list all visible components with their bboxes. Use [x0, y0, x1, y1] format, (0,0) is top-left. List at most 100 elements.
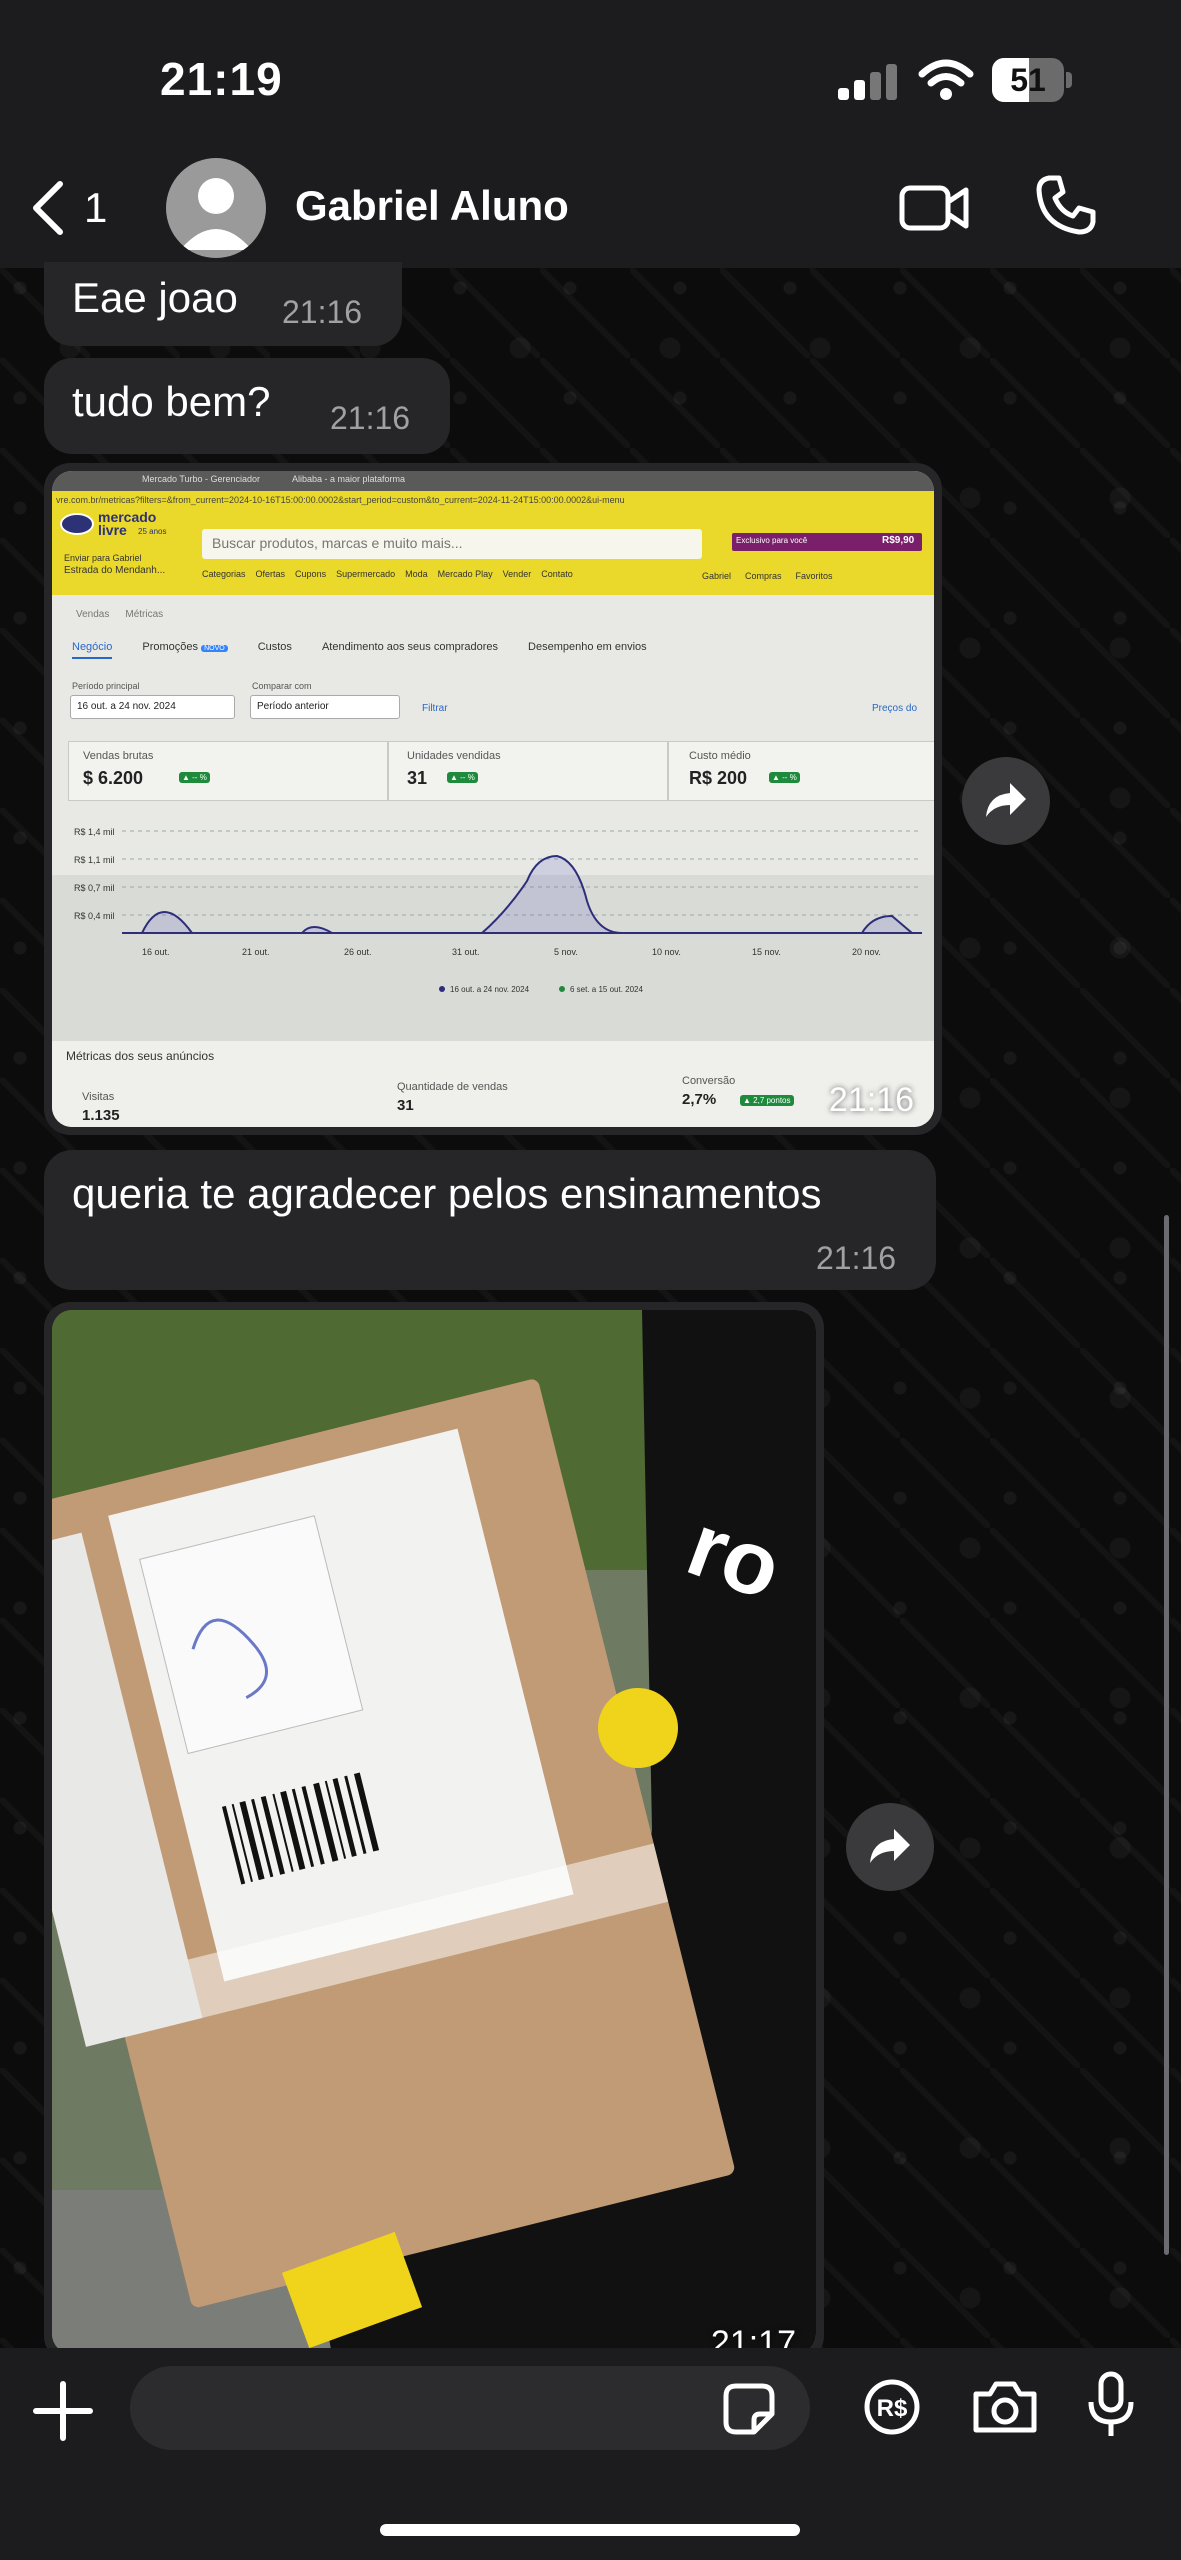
package-photo[interactable]: ro 21:17 [52, 1310, 816, 2354]
nav-item: Ofertas [255, 569, 286, 579]
x-tick: 31 out. [452, 947, 480, 957]
phone-call-icon[interactable] [1035, 174, 1097, 236]
kpi-label: Custo médio [689, 750, 751, 762]
forward-button[interactable] [962, 757, 1050, 845]
period-value: 16 out. a 24 nov. 2024 [77, 701, 176, 712]
kpi-card-avg-cost: Custo médio R$ 200 ▲ -- % [668, 741, 934, 801]
compare-label: Comparar com [252, 681, 312, 691]
camera-icon[interactable] [970, 2378, 1040, 2436]
sticker-icon[interactable] [722, 2382, 776, 2436]
browser-tab: Mercado Turbo - Gerenciador [142, 474, 261, 484]
message-bubble[interactable]: Eae joao 21:16 [44, 262, 402, 346]
nav-item: Contato [541, 569, 573, 579]
promo-price: R$9,90 [882, 535, 915, 546]
ml-search-bar: Buscar produtos, marcas e muito mais... [202, 529, 702, 559]
tab-label: Promoções [142, 641, 198, 653]
y-tick: R$ 0,7 mil [74, 883, 115, 893]
breadcrumb-item: Vendas [76, 609, 110, 620]
price-link: Preços do [872, 703, 918, 714]
image-message[interactable]: Mercado Turbo - Gerenciador Alibaba - a … [44, 463, 942, 1135]
metric-value: 2,7% [682, 1091, 717, 1108]
kpi-label: Unidades vendidas [407, 750, 501, 762]
message-input[interactable] [130, 2366, 810, 2450]
tab-envios: Desempenho em envios [528, 641, 647, 653]
period-select: 16 out. a 24 nov. 2024 [70, 695, 235, 719]
message-time: 21:16 [330, 400, 411, 436]
delivery-address-line1: Enviar para Gabriel [64, 553, 142, 563]
plus-icon[interactable] [30, 2378, 96, 2444]
tab-promocoes: Promoções NOVO [142, 641, 228, 659]
back-button[interactable]: 1 [30, 180, 107, 236]
legend-previous: 6 set. a 15 out. 2024 [570, 985, 643, 994]
message-bubble[interactable]: tudo bem? 21:16 [44, 358, 450, 454]
message-text: queria te agradecer pelos ensinamentos [72, 1170, 822, 1217]
home-indicator[interactable] [380, 2524, 800, 2536]
mercado-livre-header: mercado livre 25 anos Buscar produtos, m… [52, 491, 934, 595]
mic-icon[interactable] [1085, 2370, 1137, 2440]
message-time: 21:16 [816, 1240, 897, 1276]
svg-text:R$: R$ [877, 2395, 908, 2422]
user-link: Favoritos [795, 571, 833, 581]
kpi-card-gross-sales: Vendas brutas $ 6.200 ▲ -- % [68, 741, 388, 801]
video-call-icon[interactable] [898, 180, 970, 236]
mercado-livre-logo-icon [60, 513, 94, 535]
nav-item: Moda [405, 569, 428, 579]
nav-item: Categorias [202, 569, 246, 579]
x-tick: 10 nov. [652, 947, 681, 957]
delivery-address-line2: Estrada do Mendanh... [64, 565, 166, 576]
ml-user-links: Gabriel Compras Favoritos [702, 571, 833, 581]
message-text: tudo bem? [72, 378, 271, 425]
battery-icon: 51 [992, 58, 1072, 102]
period-label: Período principal [72, 681, 140, 691]
y-tick: R$ 0,4 mil [74, 911, 115, 921]
status-time: 21:19 [160, 53, 283, 105]
nav-item: Cupons [295, 569, 327, 579]
package-photo-illustration: ro [52, 1310, 816, 2354]
battery-percent: 51 [1010, 62, 1046, 98]
ad-metrics-section: Métricas dos seus anúncios Visitas 1.135… [52, 1041, 934, 1127]
user-link: Gabriel [702, 571, 732, 581]
message-bubble[interactable]: queria te agradecer pelos ensinamentos 2… [44, 1150, 936, 1290]
new-badge: NOVO [201, 645, 228, 652]
x-tick: 20 nov. [852, 947, 881, 957]
compare-select: Período anterior [250, 695, 400, 719]
compare-value: Período anterior [257, 701, 329, 712]
chat-header: 1 Gabriel Aluno [0, 150, 1181, 268]
wifi-icon [918, 59, 974, 100]
contact-name[interactable]: Gabriel Aluno [295, 182, 569, 230]
sales-line-chart: R$ 1,4 mil R$ 1,1 mil R$ 0,7 mil R$ 0,4 … [74, 827, 922, 994]
metric-delta: ▲ 2,7 pontos [740, 1095, 794, 1106]
x-tick: 15 nov. [752, 947, 781, 957]
tab-custos: Custos [257, 641, 292, 653]
image-time: 21:16 [828, 1081, 914, 1119]
breadcrumb-item: Métricas [125, 609, 164, 620]
forward-icon [870, 1829, 910, 1863]
metric-label: Quantidade de vendas [397, 1081, 508, 1093]
metric-label: Conversão [682, 1075, 736, 1087]
image-message[interactable]: ro 21:17 [44, 1302, 824, 2362]
kpi-value: 31 [407, 768, 428, 788]
forward-button[interactable] [846, 1803, 934, 1891]
tab-negocio: Negócio [72, 641, 113, 659]
breadcrumb: Vendas Métricas [76, 609, 163, 620]
message-text: Eae joao [72, 274, 238, 321]
cellular-signal-icon [838, 64, 898, 100]
scrollbar[interactable] [1164, 1215, 1169, 2255]
search-placeholder: Buscar produtos, marcas e muito mais... [212, 535, 463, 551]
status-bar: 21:19 51 [0, 0, 1181, 150]
pix-icon[interactable]: R$ [863, 2378, 921, 2436]
sales-metrics-photo[interactable]: Mercado Turbo - Gerenciador Alibaba - a … [52, 471, 934, 1127]
x-tick: 21 out. [242, 947, 270, 957]
avatar-placeholder-icon [180, 178, 252, 250]
browser-tab: Alibaba - a maior plataforma [292, 474, 406, 484]
nav-item: Vender [502, 569, 532, 579]
user-link: Compras [745, 571, 782, 581]
x-tick: 26 out. [344, 947, 372, 957]
ml-nav: Categorias Ofertas Cupons Supermercado M… [202, 569, 573, 579]
kpi-delta: ▲ -- % [447, 772, 478, 783]
filter-link: Filtrar [422, 703, 448, 714]
back-chevron-icon [33, 181, 63, 235]
avatar[interactable] [166, 158, 266, 258]
legend-current: 16 out. a 24 nov. 2024 [450, 985, 530, 994]
browser-url: vre.com.br/metricas?filters=&from_curren… [56, 495, 625, 505]
